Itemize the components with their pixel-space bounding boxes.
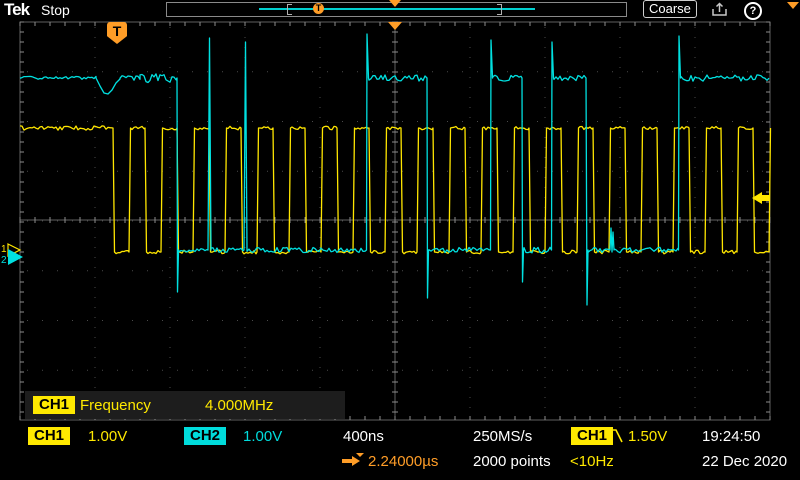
clock-date: 22 Dec 2020 (702, 453, 787, 470)
ch2-ground-label: 2 (1, 255, 7, 266)
timebase-readout: 400ns (343, 428, 384, 445)
ch2-ground-marker-icon (8, 249, 23, 265)
trigger-level-readout: 1.50V (628, 428, 667, 445)
delay-arrow-icon (340, 452, 366, 468)
sample-rate-readout: 250MS/s (473, 428, 532, 445)
ch2-scale: 1.00V (243, 428, 282, 445)
ch1-scale: 1.00V (88, 428, 127, 445)
measurement-label: Frequency (80, 397, 151, 414)
measurement-source-badge: CH1 (33, 396, 75, 414)
record-length-readout: 2000 points (473, 453, 551, 470)
measurement-box: CH1 Frequency 4.000MHz (25, 391, 345, 419)
delay-readout: 2.24000µs (368, 453, 438, 470)
clock-time: 19:24:50 (702, 428, 760, 445)
ch1-badge[interactable]: CH1 (28, 427, 70, 445)
falling-edge-icon (610, 427, 626, 445)
measurement-value: 4.000MHz (205, 397, 273, 414)
oscilloscope-screen: Tek Stop T Coarse ? 1 2 T CH1 Frequency … (0, 0, 800, 480)
ch2-badge[interactable]: CH2 (184, 427, 226, 445)
trigger-time-marker-icon (388, 22, 402, 30)
ch1-ground-label: 1 (1, 244, 7, 255)
trigger-frequency-readout: <10Hz (570, 453, 614, 470)
trigger-source-badge[interactable]: CH1 (571, 427, 613, 445)
